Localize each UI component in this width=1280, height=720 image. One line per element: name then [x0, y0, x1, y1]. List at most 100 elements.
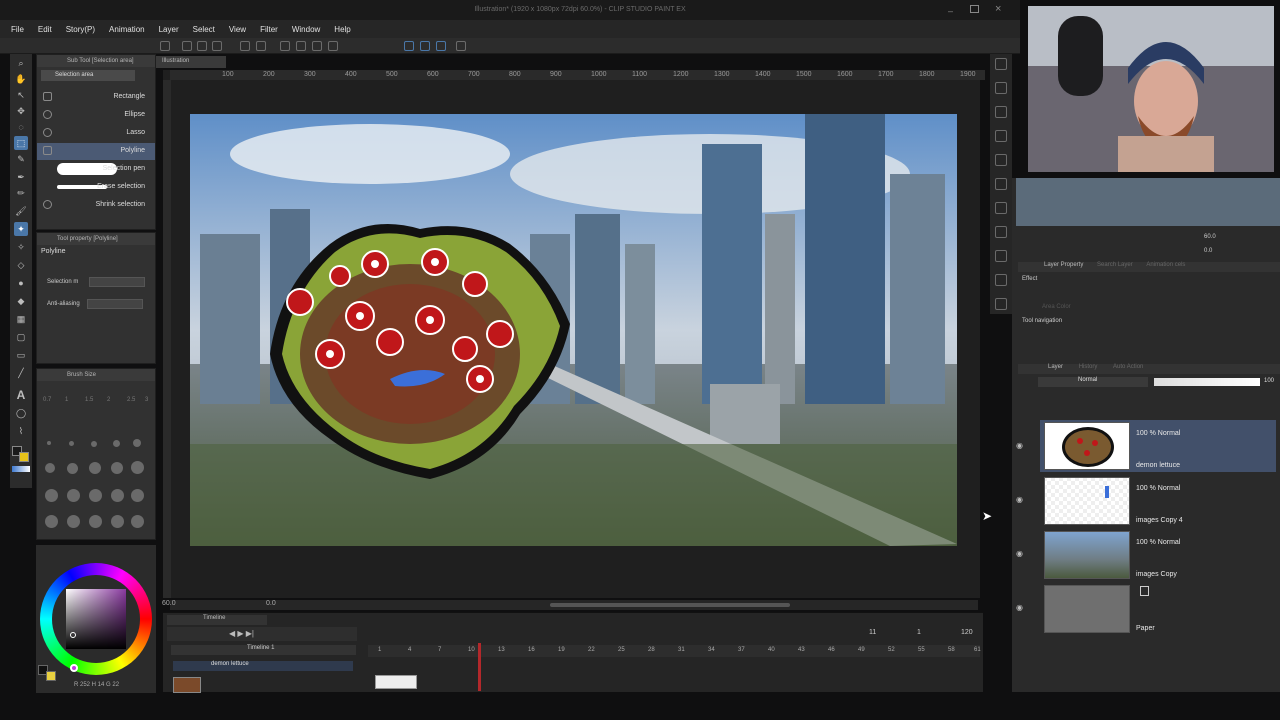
move-layer-tool-icon[interactable]: ✥ [14, 104, 28, 118]
layer-row[interactable]: Paper [1040, 583, 1276, 635]
timeline-name[interactable]: Timeline 1 [171, 645, 356, 655]
brush-size-dot[interactable] [45, 463, 55, 473]
search-layer-tab[interactable]: Search Layer [1097, 262, 1133, 268]
sub-color-swatch[interactable] [19, 452, 29, 462]
brush-size-dot[interactable] [131, 489, 144, 502]
antialias-buttons[interactable] [87, 299, 143, 309]
operation-tool-icon[interactable]: ↖ [14, 88, 28, 102]
brush-size-dot[interactable] [133, 439, 141, 447]
subtool-polyline[interactable]: Polyline [37, 143, 155, 160]
new-canvas-icon[interactable] [182, 41, 192, 51]
clear-outside-icon[interactable] [296, 41, 306, 51]
open-icon[interactable] [197, 41, 207, 51]
pencil-tool-icon[interactable]: ✏ [14, 186, 28, 200]
layer-name[interactable]: images Copy [1136, 571, 1177, 578]
airbrush-tool-icon[interactable]: ✦ [14, 222, 28, 236]
brush-size-dot[interactable] [131, 461, 144, 474]
history-tab[interactable]: History [1079, 364, 1098, 370]
scroll-thumb[interactable] [550, 603, 790, 607]
clear-icon[interactable] [280, 41, 290, 51]
layer-name[interactable]: demon lettuce [1136, 462, 1180, 469]
correct-line-tool-icon[interactable]: ⌇ [14, 424, 28, 438]
history-icon[interactable] [995, 202, 1007, 214]
subtool-selection-pen[interactable]: Selection pen [37, 161, 155, 178]
eye-icon[interactable]: ◉ [1016, 549, 1023, 558]
fill-icon[interactable] [312, 41, 322, 51]
blend-tool-icon[interactable]: ● [14, 276, 28, 290]
brush-size-dot[interactable] [47, 441, 51, 445]
balloon-tool-icon[interactable]: ◯ [14, 406, 28, 420]
brush-size-dot[interactable] [67, 463, 78, 474]
brush-size-dot[interactable] [69, 441, 74, 446]
text-tool-icon[interactable]: A [14, 388, 28, 402]
pen-tool-icon[interactable]: ✒ [14, 170, 28, 184]
material-icon[interactable] [995, 154, 1007, 166]
decoration-tool-icon[interactable]: ✧ [14, 240, 28, 254]
brush-size-value[interactable]: 2 [107, 397, 110, 403]
help-icon[interactable] [456, 41, 466, 51]
menu-file[interactable]: File [4, 25, 31, 34]
auto-action-tab[interactable]: Auto Action [1113, 364, 1143, 370]
figure-tool-icon[interactable]: ▢ [14, 330, 28, 344]
hand-tool-icon[interactable]: ✋ [14, 72, 28, 86]
brush-size-dot[interactable] [89, 515, 102, 528]
brush-size-dot[interactable] [89, 489, 102, 502]
document-tab[interactable]: Illustration [156, 56, 226, 68]
animation-icon[interactable] [995, 298, 1007, 310]
color-picker-cursor[interactable] [70, 632, 76, 638]
animation-cels-tab[interactable]: Animation cels [1146, 262, 1185, 268]
canvas-horizontal-scrollbar[interactable]: 60.0 0.0 [162, 600, 978, 610]
sub-color-chip[interactable] [46, 671, 56, 681]
subtool-lasso[interactable]: Lasso [37, 125, 155, 142]
menu-select[interactable]: Select [186, 25, 222, 34]
menu-help[interactable]: Help [327, 25, 357, 34]
save-icon[interactable] [212, 41, 222, 51]
new-file-icon[interactable] [160, 41, 170, 51]
snap-grid-icon[interactable] [436, 41, 446, 51]
brush-size-dot[interactable] [89, 462, 101, 474]
layer-row[interactable]: 100 % Normal images Copy 4 [1040, 475, 1276, 527]
undo-icon[interactable] [240, 41, 250, 51]
redo-icon[interactable] [256, 41, 266, 51]
snap-special-ruler-icon[interactable] [420, 41, 430, 51]
eraser-tool-icon[interactable]: ◇ [14, 258, 28, 272]
layer-name[interactable]: images Copy 4 [1136, 517, 1183, 524]
opacity-value[interactable]: 100 [1264, 378, 1274, 384]
layer-name[interactable]: Paper [1136, 625, 1155, 632]
menu-layer[interactable]: Layer [152, 25, 186, 34]
timeline-icon[interactable] [995, 274, 1007, 286]
minimize-icon[interactable]: – [948, 6, 953, 16]
brush-size-value[interactable]: 2.5 [127, 397, 135, 403]
brush-size-dot[interactable] [45, 515, 58, 528]
layer-row[interactable]: 100 % Normal images Copy [1040, 529, 1276, 581]
fill-tool-icon[interactable]: ◆ [14, 294, 28, 308]
layer-icon[interactable] [995, 178, 1007, 190]
navigator-preview[interactable] [1016, 178, 1280, 226]
layer-row[interactable]: 100 % Normal demon lettuce [1040, 420, 1276, 472]
eye-icon[interactable]: ◉ [1016, 495, 1023, 504]
brush-size-dot[interactable] [131, 515, 144, 528]
brush-size-dot[interactable] [113, 440, 120, 447]
subtool-group-tab[interactable]: Selection area [41, 70, 135, 81]
menu-filter[interactable]: Filter [253, 25, 285, 34]
menu-view[interactable]: View [222, 25, 253, 34]
sub-view-icon[interactable] [995, 82, 1007, 94]
transparent-color-swatch[interactable] [12, 466, 30, 472]
lasso-tool-icon[interactable]: ◌ [14, 120, 28, 134]
brush-size-dot[interactable] [91, 441, 97, 447]
property-icon[interactable] [995, 106, 1007, 118]
eyedropper-tool-icon[interactable]: ✎ [14, 152, 28, 166]
opacity-slider[interactable] [1154, 378, 1260, 386]
brush-tool-icon[interactable]: 🖌 [14, 204, 28, 218]
brush-size-value[interactable]: 1 [65, 397, 68, 403]
subtool-shrink-selection[interactable]: Shrink selection [37, 197, 155, 214]
menu-animation[interactable]: Animation [102, 25, 152, 34]
eye-icon[interactable]: ◉ [1016, 603, 1023, 612]
item-bank-icon[interactable] [995, 250, 1007, 262]
layer-property-tab[interactable]: Layer Property [1044, 262, 1083, 268]
selection-mode-buttons[interactable] [89, 277, 145, 287]
saturation-value-square[interactable] [66, 589, 126, 649]
navigator-icon[interactable] [995, 58, 1007, 70]
play-icon[interactable]: ◀ ▶ ▶| [229, 629, 254, 638]
timeline-track[interactable]: demon lettuce [173, 661, 353, 671]
